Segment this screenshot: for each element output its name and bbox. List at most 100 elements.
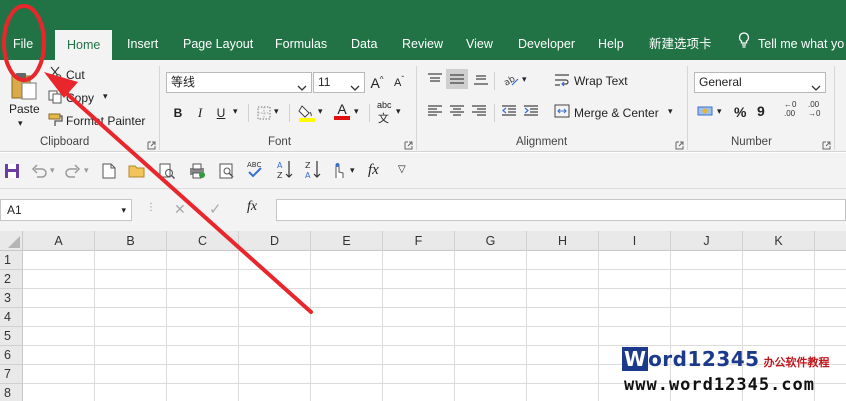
enter-formula-icon[interactable]: ✓ <box>209 200 222 218</box>
select-all-corner[interactable] <box>0 231 23 251</box>
column-header[interactable]: G <box>455 231 527 251</box>
spelling-icon[interactable]: ABC <box>246 159 264 184</box>
fill-color-icon[interactable] <box>298 103 316 126</box>
format-painter-button[interactable]: Format Painter <box>66 114 145 128</box>
tab-insert[interactable]: Insert <box>127 28 158 60</box>
align-bottom-icon[interactable] <box>473 72 489 89</box>
customize-qat-icon[interactable]: ▽ <box>398 164 406 175</box>
print-preview-icon[interactable] <box>158 162 176 183</box>
undo-icon[interactable] <box>31 163 47 182</box>
increase-indent-icon[interactable] <box>523 104 539 121</box>
tab-data[interactable]: Data <box>351 28 377 60</box>
grow-font-button[interactable]: A ^ <box>367 73 387 93</box>
cut-button[interactable]: Cut <box>66 68 85 82</box>
accounting-format-icon[interactable] <box>697 103 715 122</box>
row-header[interactable]: 4 <box>0 308 23 327</box>
redo-icon[interactable] <box>65 163 81 182</box>
sort-ascending-icon[interactable]: AZ <box>276 159 294 184</box>
column-header[interactable]: B <box>95 231 167 251</box>
font-color-dropdown-icon[interactable]: ▾ <box>354 106 359 117</box>
tab-custom[interactable]: 新建选项卡 <box>649 28 712 60</box>
insert-function-qat-button[interactable]: fx <box>368 162 379 179</box>
bold-button[interactable]: B <box>168 103 188 123</box>
column-header[interactable]: F <box>383 231 455 251</box>
phonetic-button[interactable]: abc <box>377 100 392 110</box>
decrease-decimal-button[interactable]: .00 →0 <box>808 100 820 118</box>
wrap-text-button[interactable]: Wrap Text <box>574 74 628 88</box>
print-icon[interactable] <box>188 162 206 183</box>
percent-button[interactable]: % <box>734 104 746 120</box>
tell-me-search[interactable]: Tell me what yo <box>738 28 844 60</box>
font-color-button[interactable]: A <box>332 101 352 121</box>
increase-decimal-button[interactable]: ←0.00 <box>784 100 796 118</box>
column-header[interactable]: J <box>671 231 743 251</box>
orientation-dropdown-icon[interactable]: ▾ <box>522 74 527 85</box>
row-header[interactable]: 8 <box>0 384 23 401</box>
font-name-combo[interactable]: 等线 <box>166 72 312 93</box>
column-header[interactable]: I <box>599 231 671 251</box>
number-format-combo[interactable]: General <box>694 72 826 93</box>
copy-dropdown-icon[interactable]: ▾ <box>103 91 108 102</box>
paste-dropdown-icon[interactable]: ▾ <box>18 118 23 129</box>
number-launcher-icon[interactable] <box>822 139 831 150</box>
tab-developer[interactable]: Developer <box>518 28 575 60</box>
name-box-dropdown-icon[interactable]: ▾ <box>121 200 126 220</box>
row-header[interactable]: 6 <box>0 346 23 365</box>
cancel-formula-icon[interactable]: ✕ <box>174 201 186 218</box>
sort-descending-icon[interactable]: ZA <box>304 159 322 184</box>
tab-formulas[interactable]: Formulas <box>275 28 327 60</box>
paste-icon[interactable] <box>10 70 38 103</box>
align-left-icon[interactable] <box>427 104 443 121</box>
alignment-launcher-icon[interactable] <box>675 139 684 150</box>
formula-input[interactable] <box>276 199 846 221</box>
name-box[interactable]: A1 ▾ <box>0 199 132 221</box>
open-icon[interactable] <box>128 163 146 182</box>
column-header-partial[interactable] <box>815 231 846 251</box>
comma-style-button[interactable]: 9 <box>757 103 765 119</box>
merge-dropdown-icon[interactable]: ▾ <box>668 106 673 117</box>
touch-mode-icon[interactable] <box>330 162 346 183</box>
tab-home[interactable]: Home <box>55 30 113 60</box>
align-right-icon[interactable] <box>471 104 487 121</box>
tab-page-layout[interactable]: Page Layout <box>183 28 253 60</box>
font-launcher-icon[interactable] <box>404 139 413 150</box>
shrink-font-button[interactable]: Aˇ <box>389 73 409 93</box>
redo-dropdown-icon[interactable]: ▾ <box>84 165 89 176</box>
column-header[interactable]: E <box>311 231 383 251</box>
align-top-icon[interactable] <box>427 72 443 89</box>
touch-mode-dropdown-icon[interactable]: ▾ <box>350 165 355 176</box>
phonetic-dropdown-icon[interactable]: ▾ <box>396 106 401 117</box>
borders-dropdown-icon[interactable]: ▾ <box>274 106 279 117</box>
tab-review[interactable]: Review <box>402 28 443 60</box>
orientation-icon[interactable]: ab <box>502 71 520 90</box>
paste-button[interactable]: Paste <box>9 102 40 116</box>
font-size-combo[interactable]: 11 <box>313 72 365 93</box>
row-header[interactable]: 3 <box>0 289 23 308</box>
merge-center-button[interactable]: Merge & Center <box>574 106 659 120</box>
align-center-icon[interactable] <box>449 104 465 121</box>
insert-function-button[interactable]: fx <box>247 199 257 215</box>
row-header[interactable]: 1 <box>0 251 23 270</box>
row-header[interactable]: 2 <box>0 270 23 289</box>
column-header[interactable]: A <box>23 231 95 251</box>
column-header[interactable]: C <box>167 231 239 251</box>
copy-button[interactable]: Copy <box>66 91 94 105</box>
tab-view[interactable]: View <box>466 28 493 60</box>
tab-help[interactable]: Help <box>598 28 624 60</box>
row-header[interactable]: 5 <box>0 327 23 346</box>
italic-button[interactable]: I <box>190 103 210 123</box>
row-header[interactable]: 7 <box>0 365 23 384</box>
clipboard-launcher-icon[interactable] <box>147 139 156 150</box>
save-icon[interactable] <box>4 163 20 182</box>
undo-dropdown-icon[interactable]: ▾ <box>50 165 55 176</box>
column-header[interactable]: K <box>743 231 815 251</box>
fill-color-dropdown-icon[interactable]: ▾ <box>318 106 323 117</box>
underline-dropdown-icon[interactable]: ▾ <box>233 106 238 117</box>
underline-button[interactable]: U <box>211 103 231 123</box>
preview-icon[interactable] <box>218 162 236 183</box>
column-header[interactable]: D <box>239 231 311 251</box>
align-middle-icon[interactable] <box>446 69 468 89</box>
new-icon[interactable] <box>102 163 116 182</box>
decrease-indent-icon[interactable] <box>501 104 517 121</box>
accounting-dropdown-icon[interactable]: ▾ <box>717 106 722 117</box>
